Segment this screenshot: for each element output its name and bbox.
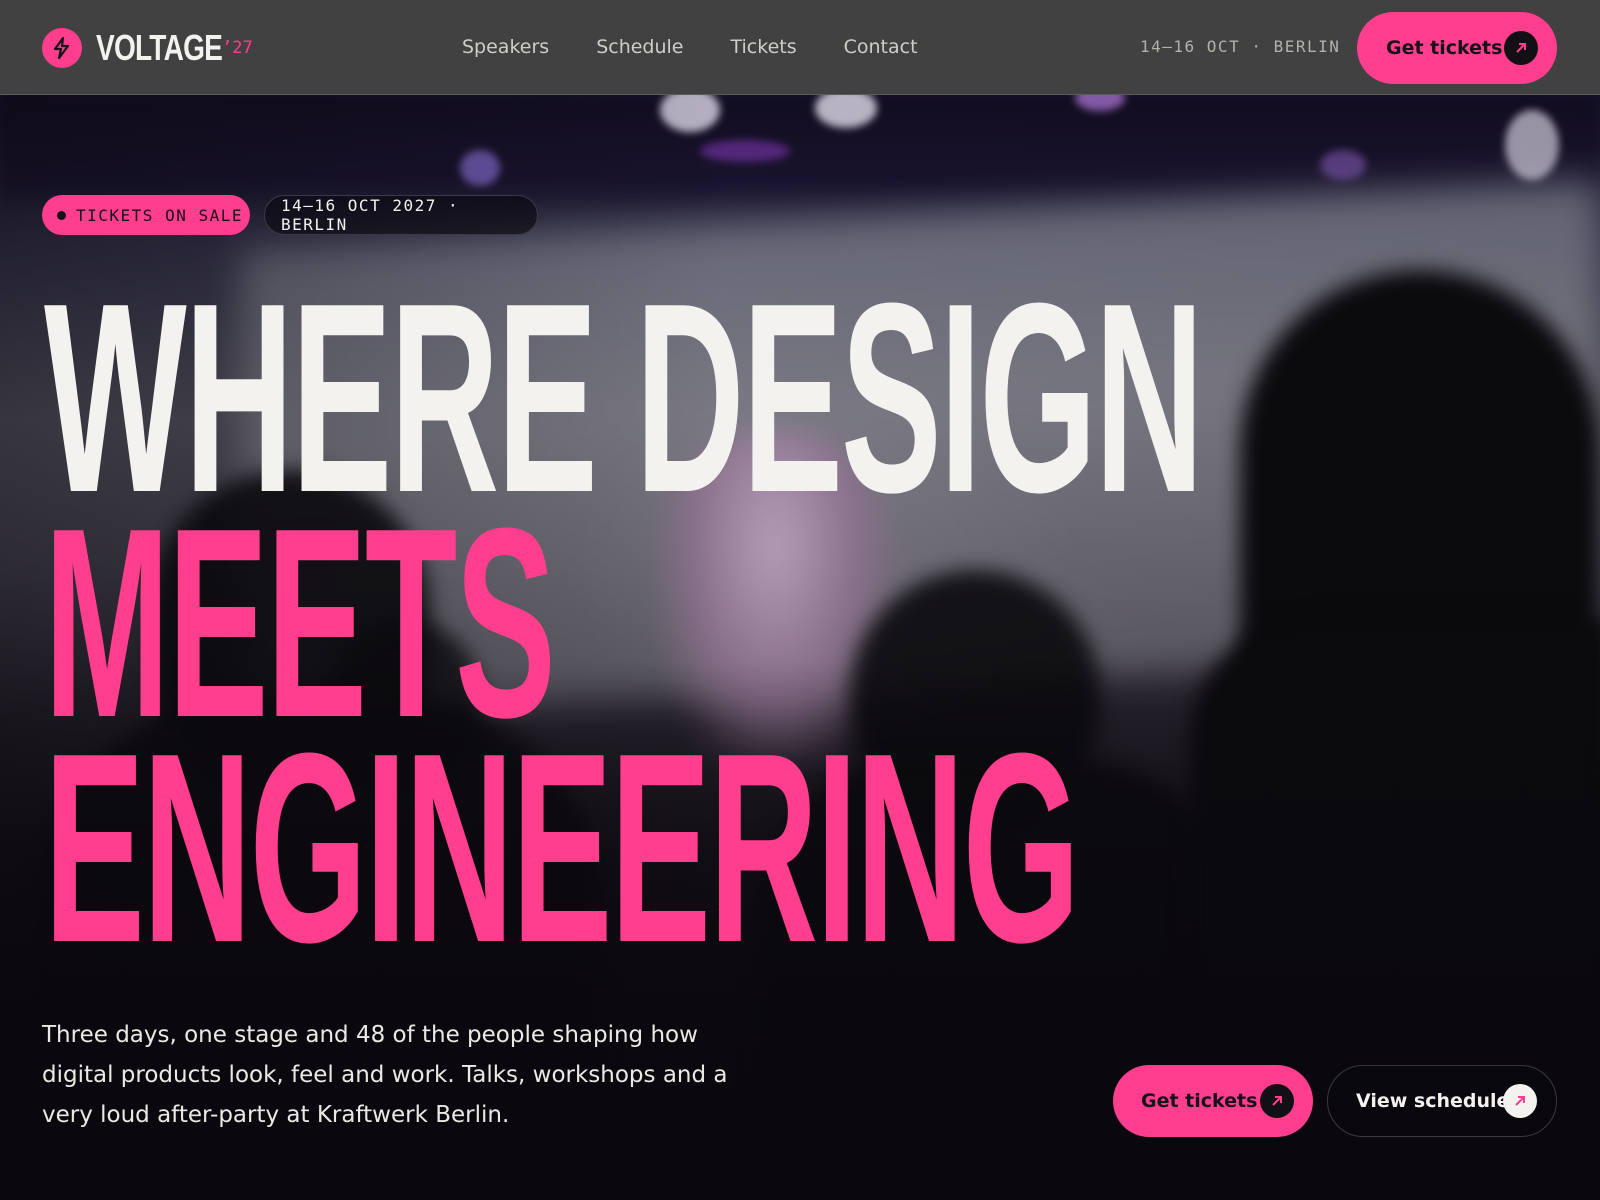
arrow-up-right-icon [1260, 1084, 1294, 1118]
header-event-date: 14–16 OCT · BERLIN [1140, 37, 1341, 56]
view-schedule-label: View schedule [1356, 1090, 1510, 1112]
hero-headline: WHERE DESIGN MEETS ENGINEERING [44, 264, 1544, 999]
tickets-on-sale-badge: TICKETS ON SALE [42, 195, 250, 235]
header-get-tickets-button[interactable]: Get tickets [1357, 12, 1557, 84]
nav-contact[interactable]: Contact [844, 36, 918, 58]
lightning-bolt-icon [42, 28, 82, 68]
badge-status-label: TICKETS ON SALE [76, 205, 243, 225]
arrow-up-right-icon [1504, 31, 1538, 65]
brand-name: VOLTAGE [96, 27, 223, 68]
nav-tickets[interactable]: Tickets [731, 36, 797, 58]
view-schedule-button[interactable]: View schedule [1327, 1065, 1557, 1137]
status-dot-icon [57, 211, 66, 220]
event-date-badge: 14–16 OCT 2027 · BERLIN [264, 195, 538, 235]
brand-logo[interactable]: VOLTAGE ’27 [42, 27, 253, 69]
hero-description: Three days, one stage and 48 of the peop… [42, 1022, 728, 1128]
get-tickets-label: Get tickets [1386, 37, 1503, 59]
site-header: VOLTAGE ’27 Speakers Schedule Tickets Co… [0, 0, 1600, 95]
get-tickets-label: Get tickets [1141, 1090, 1258, 1112]
main-nav: Speakers Schedule Tickets Contact [462, 36, 965, 58]
nav-speakers[interactable]: Speakers [462, 36, 549, 58]
nav-schedule[interactable]: Schedule [596, 36, 683, 58]
hero-get-tickets-button[interactable]: Get tickets [1113, 1065, 1313, 1137]
arrow-up-right-icon [1503, 1084, 1537, 1118]
badge-date-label: 14–16 OCT 2027 · BERLIN [281, 196, 460, 234]
headline-line-3: ENGINEERING [44, 698, 1080, 999]
brand-year: ’27 [222, 38, 253, 58]
